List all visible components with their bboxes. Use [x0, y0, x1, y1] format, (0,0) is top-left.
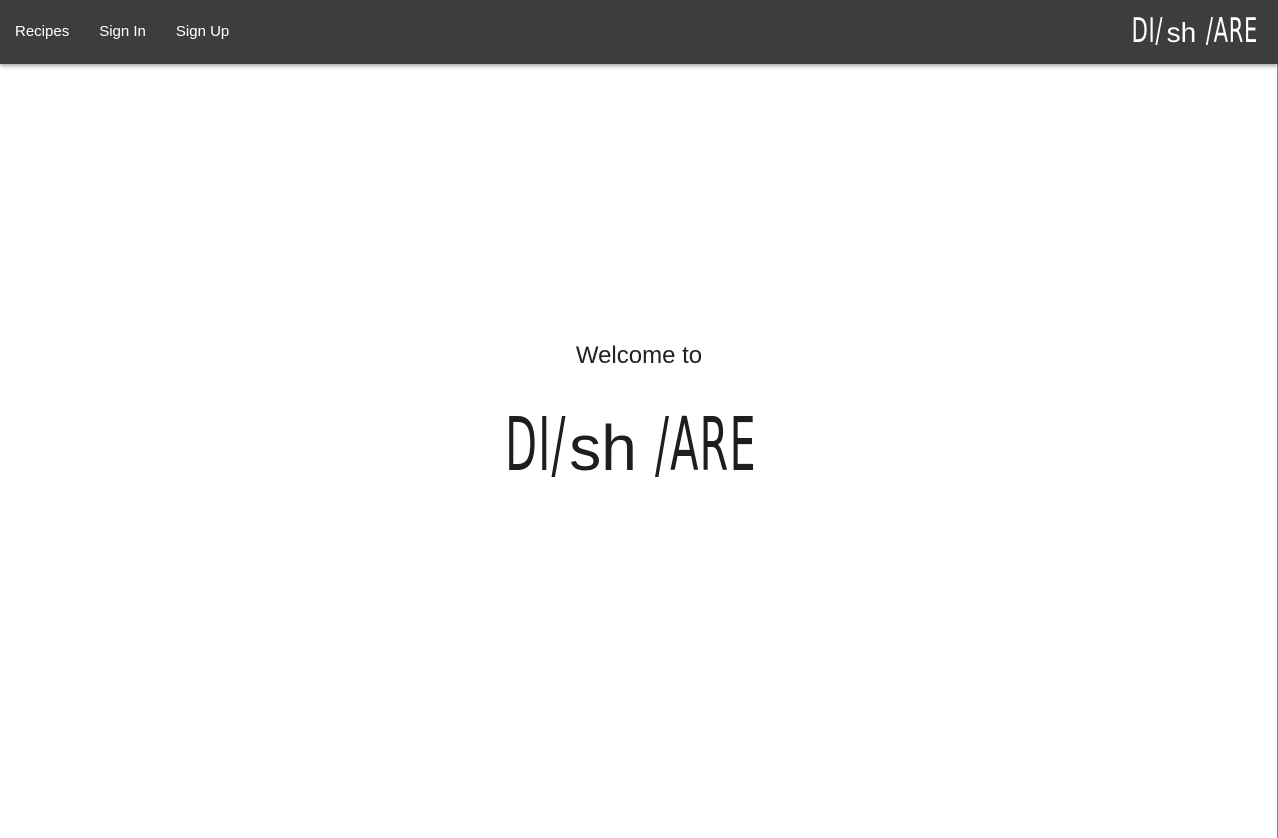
brand-logo[interactable]: DI/sh/ARE — [1128, 0, 1278, 65]
nav-link-sign-in[interactable]: Sign In — [99, 0, 146, 64]
hero-logo-part3: /ARE — [654, 402, 757, 488]
welcome-text: Welcome to — [575, 342, 703, 369]
nav-link-sign-up[interactable]: Sign Up — [176, 0, 229, 64]
main-content: Welcome to DI/sh/ARE — [0, 64, 1278, 838]
nav-link-recipes[interactable]: Recipes — [15, 0, 69, 64]
brand-logo-part3: /ARE — [1206, 11, 1259, 51]
nav-links: Recipes Sign In Sign Up — [0, 0, 259, 64]
brand-logo-part2: sh — [1166, 17, 1197, 48]
brand-logo-part1: DI/ — [1131, 11, 1163, 51]
hero-logo-part2: sh — [569, 412, 637, 484]
top-navbar: Recipes Sign In Sign Up DI/sh/ARE — [0, 0, 1278, 64]
hero-logo-part1: DI/ — [505, 402, 568, 488]
hero-logo: DI/sh/ARE — [0, 400, 1278, 493]
